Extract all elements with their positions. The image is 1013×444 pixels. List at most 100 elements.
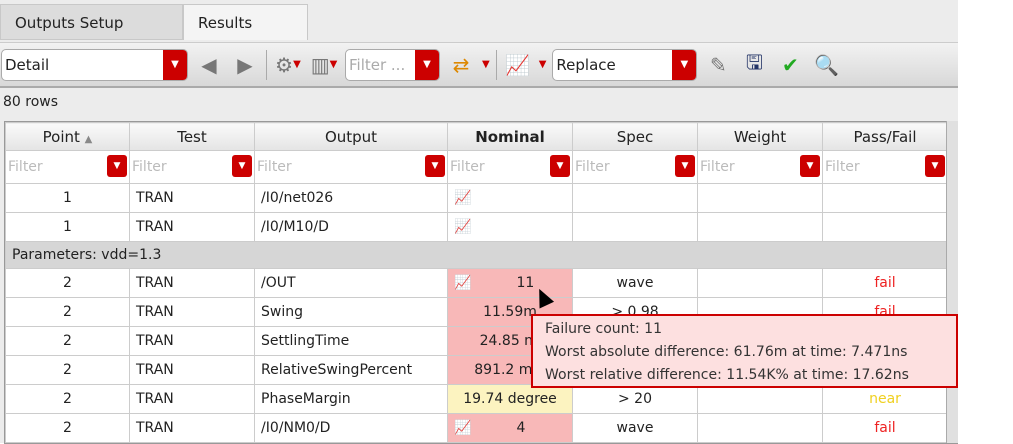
point-cell: 2 <box>5 384 130 414</box>
header-pass-fail[interactable]: Pass/Fail <box>822 122 948 151</box>
pass-fail-cell <box>822 212 948 242</box>
column-filter-input[interactable]: Filter ▼ <box>822 150 948 184</box>
columns-icon[interactable]: ▥ ▼ <box>309 50 339 80</box>
chevron-down-icon[interactable]: ▼ <box>232 155 252 177</box>
chevron-down-icon[interactable]: ▼ <box>675 155 695 177</box>
save-edit-icon[interactable]: 🖫 <box>739 50 769 80</box>
test-cell: TRAN <box>129 355 255 385</box>
test-cell: TRAN <box>129 183 255 213</box>
column-filter-input[interactable]: Filter ▼ <box>5 150 130 184</box>
output-cell: RelativeSwingPercent <box>254 355 448 385</box>
table-row[interactable]: 2 TRAN PhaseMargin 19.74 degree > 20 nea… <box>5 384 948 414</box>
nominal-cell[interactable]: 19.74 degree <box>447 384 573 414</box>
filter-placeholder: Filter <box>132 159 167 175</box>
filter-placeholder: Filter <box>257 159 292 175</box>
back-icon[interactable]: ◀ <box>194 50 224 80</box>
nominal-cell[interactable]: 📈 4 <box>447 413 573 443</box>
spec-cell <box>572 183 698 213</box>
waveform-icon[interactable]: 📈 <box>454 275 471 291</box>
separator <box>266 49 267 80</box>
table-row[interactable]: 1 TRAN /I0/M10/D 📈 <box>5 212 948 242</box>
column-filter-input[interactable]: Filter ▼ <box>572 150 698 184</box>
output-cell: /OUT <box>254 268 448 298</box>
pass-fail-cell: near <box>822 384 948 414</box>
column-filter-input[interactable]: Filter ▼ <box>697 150 823 184</box>
weight-cell <box>697 268 823 298</box>
weight-cell <box>697 384 823 414</box>
parameters-row: Parameters: vdd=1.3 <box>5 241 948 269</box>
test-cell: TRAN <box>129 384 255 414</box>
failure-tooltip: Failure count: 11 Worst absolute differe… <box>531 314 958 388</box>
pass-fail-cell: fail <box>822 413 948 443</box>
chevron-down-icon[interactable]: ▼ <box>482 59 490 70</box>
nominal-cell[interactable]: 📈 <box>447 212 573 242</box>
sort-up-icon: ▲ <box>84 133 93 145</box>
tab-results[interactable]: Results <box>183 4 308 40</box>
table-row[interactable]: 1 TRAN /I0/net026 📈 <box>5 183 948 213</box>
chevron-down-icon[interactable]: ▼ <box>800 155 820 177</box>
column-filter-input[interactable]: Filter ▼ <box>129 150 255 184</box>
point-cell: 2 <box>5 413 130 443</box>
weight-cell <box>697 183 823 213</box>
plot-icon[interactable]: 📈 <box>503 50 533 80</box>
waveform-icon[interactable]: 📈 <box>454 219 471 235</box>
header-weight[interactable]: Weight <box>697 122 823 151</box>
nominal-cell[interactable]: 📈 <box>447 183 573 213</box>
filter-select[interactable]: Filter ... ▼ <box>345 48 440 81</box>
chevron-down-icon: ▼ <box>163 49 187 80</box>
filter-placeholder: Filter <box>450 159 485 175</box>
test-cell: TRAN <box>129 268 255 298</box>
column-filter-input[interactable]: Filter ▼ <box>254 150 448 184</box>
spec-cell <box>572 212 698 242</box>
output-cell: PhaseMargin <box>254 384 448 414</box>
point-cell: 2 <box>5 268 130 298</box>
chevron-down-icon[interactable]: ▼ <box>539 59 547 70</box>
output-cell: /I0/net026 <box>254 183 448 213</box>
refresh-icon[interactable]: ⇄ <box>446 50 476 80</box>
header-point[interactable]: Point ▲ <box>5 122 130 151</box>
output-cell: Swing <box>254 297 448 327</box>
nominal-value: 19.74 degree <box>463 391 557 407</box>
tooltip-line: Failure count: 11 <box>545 321 662 337</box>
filter-placeholder: Filter <box>575 159 610 175</box>
spec-cell: wave <box>572 413 698 443</box>
row-count: 80 rows <box>3 94 59 110</box>
output-cell: /I0/NM0/D <box>254 413 448 443</box>
plot-mode-select[interactable]: Replace ▼ <box>552 48 698 81</box>
output-cell: /I0/M10/D <box>254 212 448 242</box>
waveform-icon[interactable]: 📈 <box>454 190 471 206</box>
header-output[interactable]: Output <box>254 122 448 151</box>
gear-icon[interactable]: ⚙ ▼ <box>273 50 303 80</box>
pass-fail-cell <box>822 183 948 213</box>
weight-cell <box>697 413 823 443</box>
header-test[interactable]: Test <box>129 122 255 151</box>
table-row[interactable]: 2 TRAN /OUT 📈 11 wave fail <box>5 268 948 298</box>
chevron-down-icon[interactable]: ▼ <box>550 155 570 177</box>
chevron-down-icon[interactable]: ▼ <box>925 155 945 177</box>
view-select[interactable]: Detail ▼ <box>1 48 188 81</box>
pass-fail-icon[interactable]: ✔ <box>775 50 805 80</box>
edit-icon[interactable]: ✎ <box>703 50 733 80</box>
table-row[interactable]: 2 TRAN /I0/NM0/D 📈 4 wave fail <box>5 413 948 443</box>
forward-icon[interactable]: ▶ <box>230 50 260 80</box>
chevron-down-icon[interactable]: ▼ <box>425 155 445 177</box>
header-spec[interactable]: Spec <box>572 122 698 151</box>
nominal-cell[interactable]: 📈 11 <box>447 268 573 298</box>
spec-cell: > 20 <box>572 384 698 414</box>
output-cell: SettlingTime <box>254 326 448 356</box>
tab-outputs-setup[interactable]: Outputs Setup <box>0 4 183 40</box>
view-value: Detail <box>5 55 50 74</box>
waveform-icon[interactable]: 📈 <box>454 420 471 436</box>
inspect-icon[interactable]: 🔍 <box>811 50 841 80</box>
results-panel: Outputs Setup Results Detail ▼ ◀ ▶ ⚙ ▼ ▥ ▼ … <box>0 0 958 444</box>
chevron-down-icon[interactable]: ▼ <box>107 155 127 177</box>
vertical-scrollbar[interactable] <box>946 121 958 443</box>
plot-mode-value: Replace <box>556 55 616 74</box>
column-filter-input[interactable]: Filter ▼ <box>447 150 573 184</box>
nominal-value: 4 <box>516 420 526 436</box>
nominal-value: 11 <box>516 275 535 291</box>
nominal-value: 11.59m <box>483 304 537 320</box>
point-cell: 2 <box>5 326 130 356</box>
tooltip-line: Worst absolute difference: 61.76m at tim… <box>545 344 908 360</box>
header-nominal[interactable]: Nominal <box>447 122 573 151</box>
